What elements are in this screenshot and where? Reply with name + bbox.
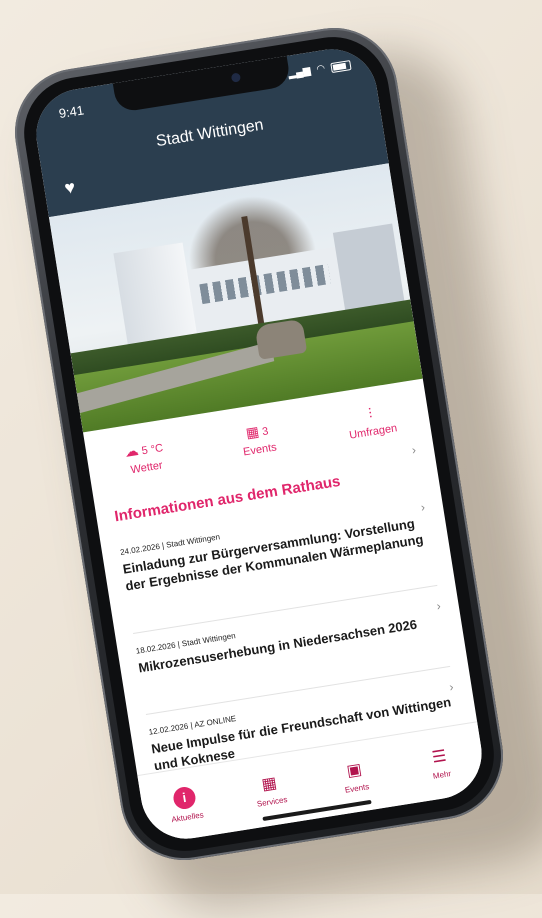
status-icons: ▂▄▆ ◠ xyxy=(287,59,352,80)
tab-label: Events xyxy=(344,781,370,795)
tab-label: Mehr xyxy=(432,768,452,781)
stat-weather-label: Wetter xyxy=(129,458,164,476)
chevron-right-icon: › xyxy=(435,598,442,614)
battery-icon xyxy=(330,59,352,73)
poll-icon: ⫶ xyxy=(367,404,374,421)
news-item[interactable]: › 18.02.2026 | Stadt Wittingen Mikrozens… xyxy=(135,599,444,677)
calendar-icon: ▦ xyxy=(244,422,261,441)
stat-events-value: 3 xyxy=(261,424,270,438)
stat-polls-label: Umfragen xyxy=(348,421,398,442)
info-icon: i xyxy=(171,784,197,811)
chevron-right-icon: › xyxy=(419,499,426,515)
cloud-icon: ☁ xyxy=(123,441,140,460)
heart-icon[interactable]: ♥ xyxy=(63,177,77,199)
tab-aktuelles[interactable]: i Aktuelles xyxy=(137,763,233,846)
calendar-icon: ▣ xyxy=(345,760,363,780)
stat-weather-value: 5 °C xyxy=(140,441,164,457)
menu-icon: ☰ xyxy=(430,747,448,767)
status-time: 9:41 xyxy=(57,102,86,122)
stat-events-label: Events xyxy=(242,440,278,458)
tab-label: Aktuelles xyxy=(170,809,205,824)
tab-mehr[interactable]: ☰ Mehr xyxy=(392,722,488,805)
image-windows xyxy=(199,264,331,305)
chevron-right-icon: › xyxy=(448,679,455,695)
tab-label: Services xyxy=(256,794,288,809)
wifi-icon: ◠ xyxy=(315,63,326,76)
grid-icon: ▦ xyxy=(260,773,279,794)
signal-icon: ▂▄▆ xyxy=(287,65,312,80)
camera xyxy=(230,72,242,83)
app-title: Stadt Wittingen xyxy=(154,116,265,151)
